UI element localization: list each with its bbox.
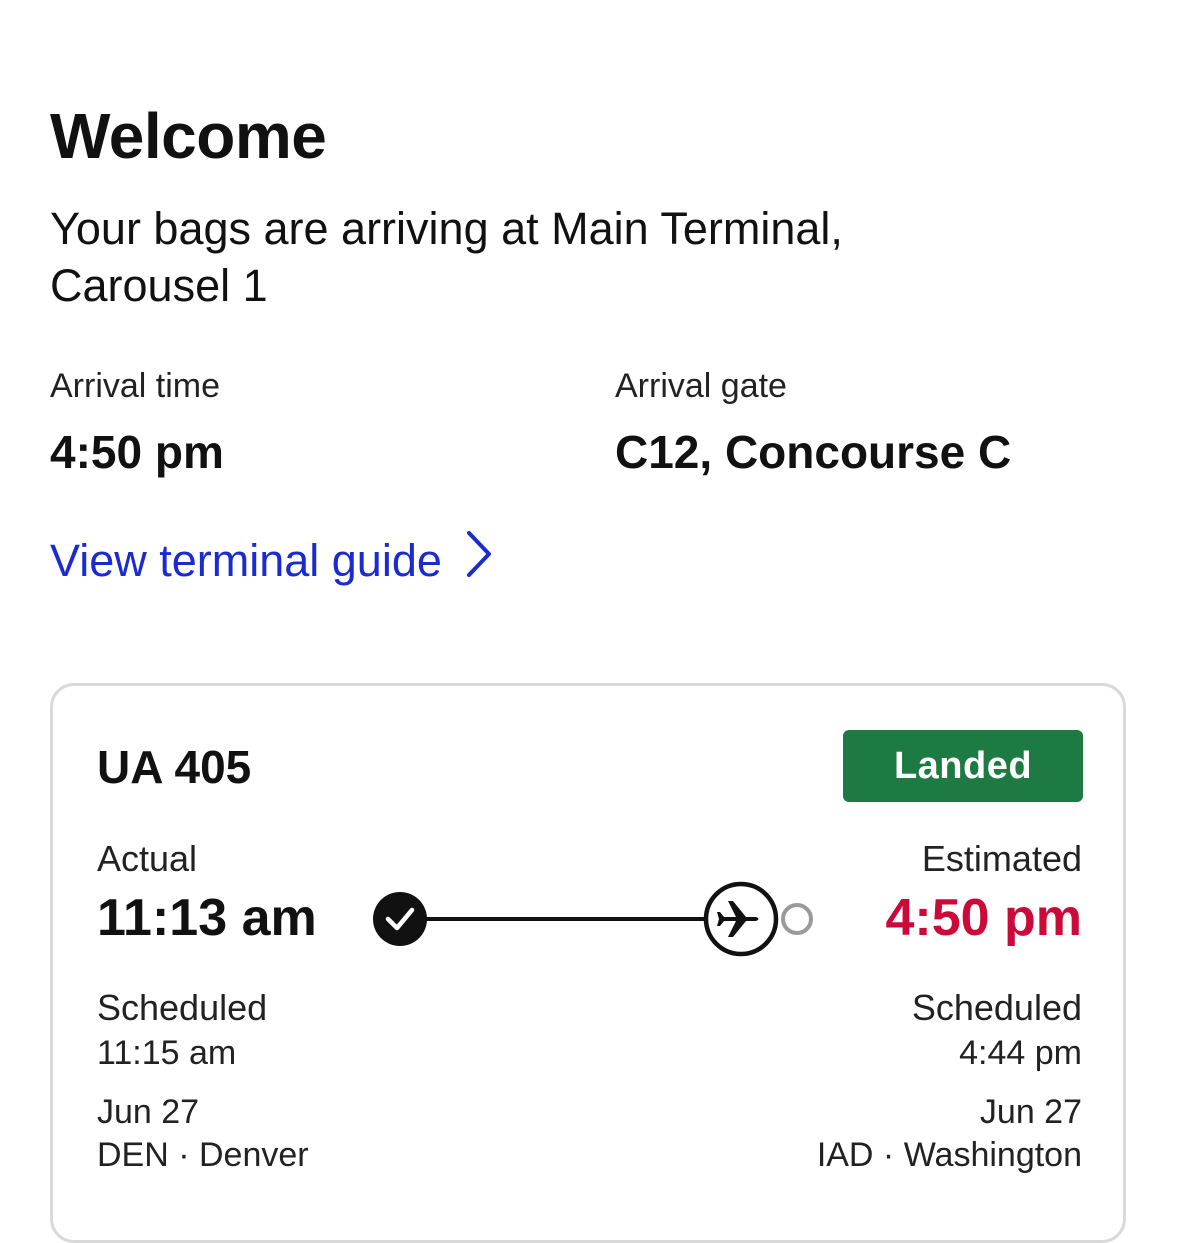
- departure-date: Jun 27: [97, 1093, 200, 1131]
- page-title: Welcome: [50, 100, 327, 172]
- flight-status-badge: Landed: [843, 730, 1083, 802]
- arrival-gate-value: C12, Concourse C: [615, 426, 1012, 478]
- check-icon: [373, 892, 427, 946]
- departure-airport: DEN · Denver: [97, 1136, 309, 1174]
- arrival-estimated-time: 4:50 pm: [885, 889, 1082, 947]
- arrival-status-label: Estimated: [921, 838, 1082, 879]
- arrival-scheduled-time: 4:44 pm: [959, 1034, 1082, 1072]
- bags-arrival-message: Your bags are arriving at Main Terminal,…: [50, 203, 843, 311]
- flight-progress-track: [373, 881, 813, 957]
- arrival-time-label: Arrival time: [50, 367, 221, 405]
- destination-dot-icon: [781, 903, 813, 935]
- arrival-gate-label: Arrival gate: [615, 367, 787, 405]
- terminal-guide-label: View terminal guide: [50, 534, 442, 586]
- departure-actual-time: 11:13 am: [97, 889, 317, 947]
- airplane-icon: [703, 881, 779, 957]
- view-terminal-guide-link[interactable]: View terminal guide: [50, 530, 492, 591]
- arrival-scheduled-label: Scheduled: [911, 987, 1082, 1028]
- departure-scheduled-time: 11:15 am: [97, 1034, 237, 1072]
- arrival-date: Jun 27: [979, 1093, 1082, 1131]
- departure-status-label: Actual: [97, 838, 198, 879]
- flight-number: UA 405: [97, 741, 252, 793]
- arrival-airport: IAD · Washington: [816, 1136, 1082, 1174]
- departure-scheduled-label: Scheduled: [97, 987, 268, 1028]
- chevron-right-icon: [442, 530, 492, 591]
- arrival-time-value: 4:50 pm: [50, 426, 224, 478]
